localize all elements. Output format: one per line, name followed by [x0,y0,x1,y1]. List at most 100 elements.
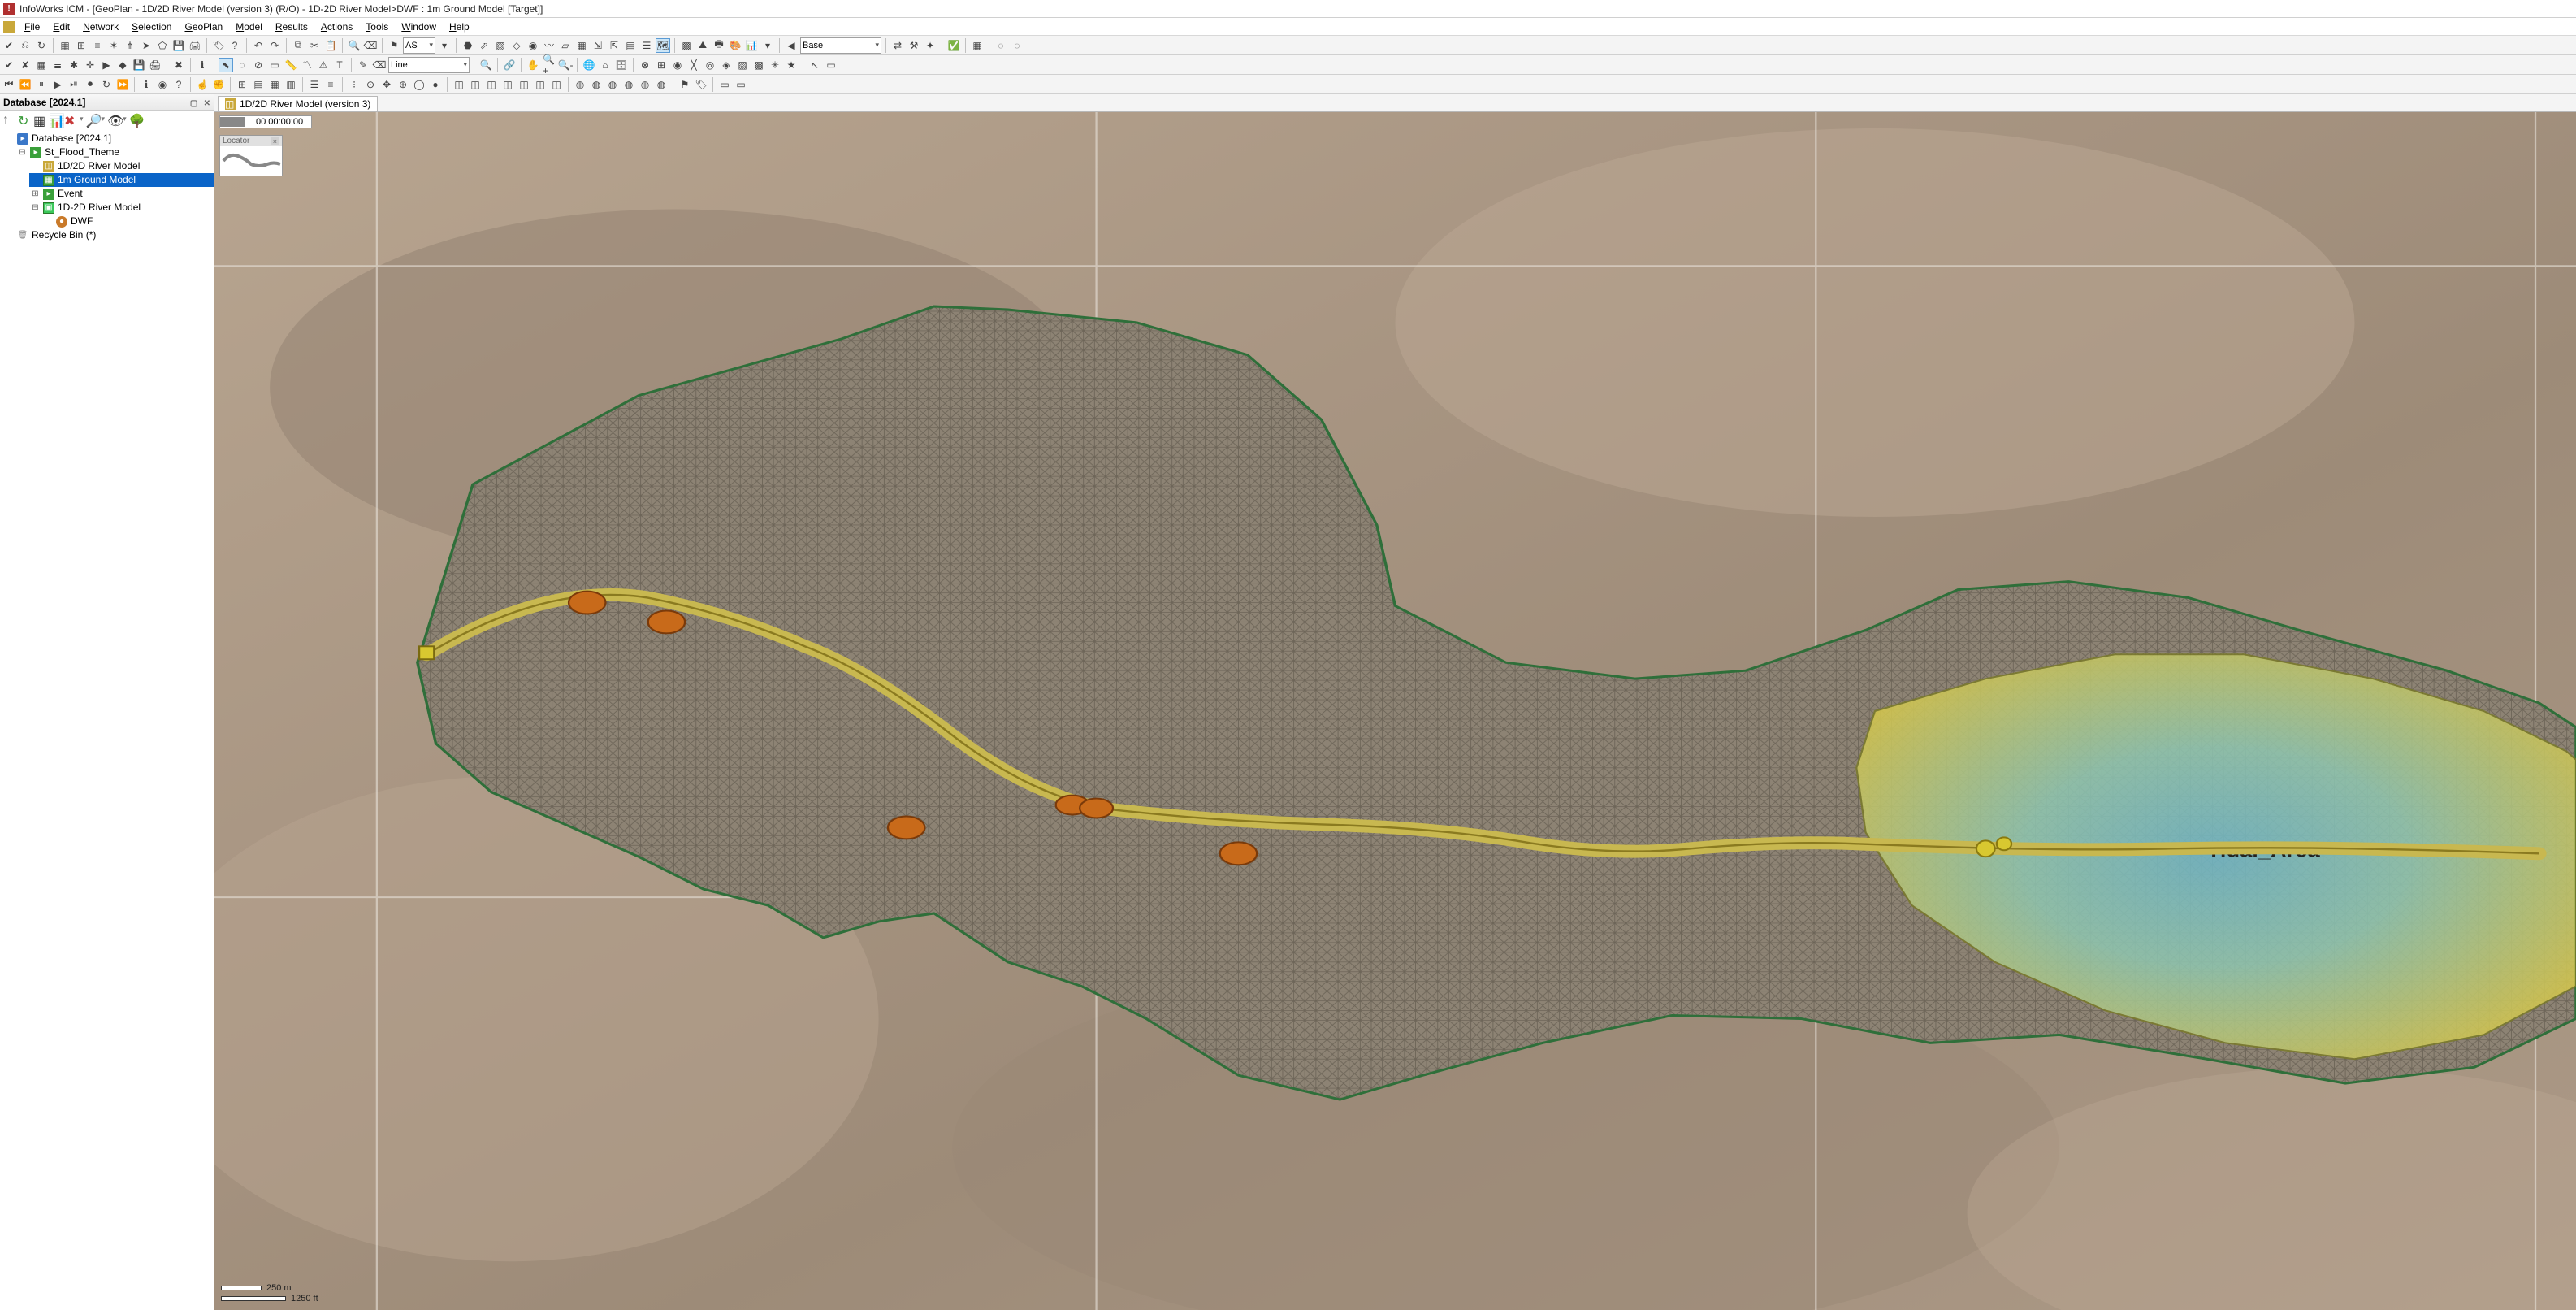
info2-icon[interactable]: ℹ [139,77,154,92]
redo-icon[interactable]: ↷ [267,38,282,53]
db-grid-icon[interactable]: ▦ [33,113,46,126]
help-icon[interactable]: ? [227,38,242,53]
compare-icon[interactable]: ⇄ [890,38,905,53]
snap-line-icon[interactable]: ╳ [686,58,701,72]
refresh-icon[interactable]: ↻ [34,38,49,53]
tree-item-run[interactable]: ⊟ ▣ 1D-2D River Model [29,201,214,215]
help2-icon[interactable]: ? [171,77,186,92]
panel-float-icon[interactable]: ▢ [190,99,197,108]
db-chart-icon[interactable]: 📊 [49,113,62,126]
win1-icon[interactable]: ▭ [717,77,732,92]
graph3-icon[interactable]: ◍ [605,77,620,92]
structure-node[interactable] [1220,842,1257,865]
locator-close-icon[interactable]: × [271,137,279,145]
crosshair-icon[interactable]: ✛ [83,58,97,72]
results7-icon[interactable]: ◫ [549,77,564,92]
graph6-icon[interactable]: ◍ [654,77,669,92]
win2-icon[interactable]: ▭ [734,77,748,92]
list2-icon[interactable]: ≡ [323,77,338,92]
validate-icon[interactable]: ✅ [946,38,961,53]
table-icon[interactable]: ▦ [34,58,49,72]
flag2-icon[interactable]: ⚑ [678,77,692,92]
locator-map[interactable] [220,146,282,176]
tool2-icon[interactable]: ✦ [923,38,937,53]
results5-icon[interactable]: ◫ [517,77,531,92]
marker-icon[interactable]: ◉ [155,77,170,92]
sel-obj-icon[interactable]: ▦ [267,77,282,92]
collapse-icon[interactable]: ⊟ [18,145,27,159]
scenario-prev-icon[interactable]: ◀ [784,38,799,53]
db-refresh-icon[interactable]: ↻ [18,113,31,126]
zoom-out-icon[interactable]: 🔍- [558,58,573,72]
menu-edit[interactable]: Edit [46,20,76,34]
text-icon[interactable]: T [332,58,347,72]
render-icon[interactable]: ✳ [768,58,782,72]
tag-icon[interactable]: 🏷 [694,77,708,92]
style-combo[interactable]: AS [403,37,435,54]
grid-window-icon[interactable]: ▦ [58,38,72,53]
db-view-icon[interactable]: 👁 [107,113,120,126]
revert-icon[interactable]: ⎌ [18,38,32,53]
panel-close-icon[interactable]: ✕ [204,99,210,108]
new-area-icon[interactable]: ▱ [558,38,573,53]
sel-grid-icon[interactable]: ⊞ [235,77,249,92]
dot-icon[interactable]: ● [428,77,443,92]
graph2-icon[interactable]: ◍ [589,77,604,92]
link-icon[interactable]: 🔗 [502,58,517,72]
reject-icon[interactable]: ✘ [18,58,32,72]
cut-icon[interactable]: ✂ [307,38,322,53]
new-polygon-icon[interactable]: ◇ [509,38,524,53]
shape-icon[interactable]: ◆ [115,58,130,72]
results3-icon[interactable]: ◫ [484,77,499,92]
cancel-select-icon[interactable]: ⊘ [251,58,266,72]
snap-off-icon[interactable]: ⊗ [638,58,652,72]
time-strip[interactable]: 00 00:00:00 [219,115,312,128]
zoomfit-icon[interactable]: ⊙ [363,77,378,92]
warning-icon[interactable]: ⚠ [316,58,331,72]
pause-icon[interactable]: ⏸ [34,77,49,92]
doc-system-icon[interactable] [3,21,15,33]
menu-selection[interactable]: Selection [125,20,178,34]
graph4-icon[interactable]: ◍ [621,77,636,92]
export-icon[interactable]: ⇱ [607,38,621,53]
theme-icon[interactable]: 🎨 [728,38,742,53]
menu-help[interactable]: Help [443,20,476,34]
menu-network[interactable]: Network [76,20,125,34]
properties-icon[interactable]: 🏷 [211,38,226,53]
select-hand-icon[interactable]: ☝ [195,77,210,92]
draw-shape-combo[interactable]: Line [388,57,470,73]
delete-icon[interactable]: ✖ [171,58,186,72]
tree-theme[interactable]: ⊟ ▸ St_Flood_Theme [16,145,214,159]
results6-icon[interactable]: ◫ [533,77,548,92]
time-slider-icon[interactable] [220,117,245,127]
theme-dropdown-icon[interactable]: ▾ [760,38,775,53]
save2-icon[interactable]: 💾 [132,58,146,72]
import-icon[interactable]: ⇲ [591,38,605,53]
list1-icon[interactable]: ☰ [307,77,322,92]
new-2dzone-icon[interactable]: ▦ [574,38,589,53]
arrow-right-icon[interactable]: ➤ [139,38,154,53]
new-subcatch-icon[interactable]: ▧ [493,38,508,53]
pointer-icon[interactable]: ⬉ [219,58,233,72]
structure-node[interactable] [888,816,924,839]
graph1-icon[interactable]: ◍ [573,77,587,92]
grid2-icon[interactable]: ▦ [970,38,985,53]
save-icon[interactable]: 💾 [171,38,186,53]
accept-icon[interactable]: ✔ [2,58,16,72]
dropdown-more-icon[interactable]: ▾ [437,38,452,53]
menu-results[interactable]: Results [269,20,314,34]
sel-row-icon[interactable]: ▤ [251,77,266,92]
select-area-icon[interactable]: ▭ [267,58,282,72]
menu-tools[interactable]: Tools [359,20,395,34]
star-icon[interactable]: ★ [784,58,799,72]
new-node-icon[interactable]: ⬣ [461,38,475,53]
print2-icon[interactable]: 🖨 [148,58,162,72]
menu-geoplan[interactable]: GeoPlan [178,20,229,34]
new-point-icon[interactable]: ◉ [526,38,540,53]
rewind-start-icon[interactable]: ⏮ [2,77,16,92]
grab-icon[interactable]: ✊ [211,77,226,92]
pointer2-icon[interactable]: ↖ [807,58,822,72]
lasso-icon[interactable]: ◌ [235,58,249,72]
menu-file[interactable]: File [18,20,46,34]
outfall-node[interactable] [1997,837,2011,850]
